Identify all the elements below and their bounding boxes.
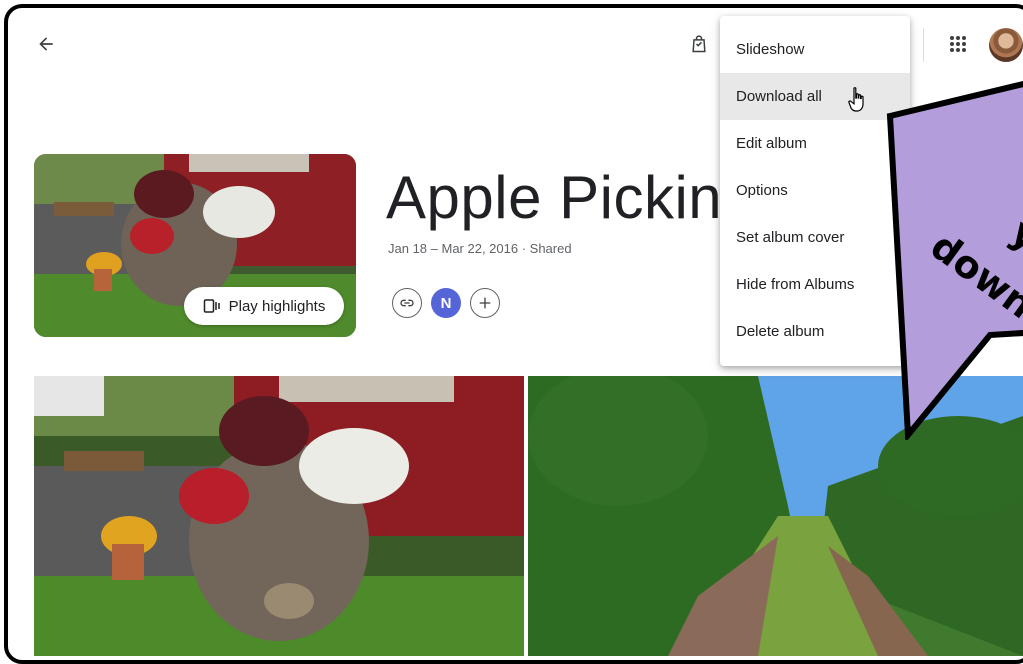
- account-avatar[interactable]: [989, 28, 1023, 62]
- menu-item-slideshow[interactable]: Slideshow: [720, 26, 910, 73]
- album-cover-photo[interactable]: Play highlights: [34, 154, 356, 337]
- add-people-button[interactable]: [470, 288, 500, 318]
- shop-button[interactable]: [684, 26, 714, 62]
- toolbar-divider: [923, 28, 924, 62]
- copy-link-button[interactable]: [392, 288, 422, 318]
- album-meta: Jan 18 – Mar 22, 2016 · Shared: [388, 241, 572, 256]
- play-highlights-button[interactable]: Play highlights: [184, 287, 344, 325]
- back-button[interactable]: [32, 30, 60, 58]
- share-row: N: [392, 288, 500, 318]
- play-highlights-label: Play highlights: [228, 297, 326, 315]
- shopping-bag-icon: [692, 35, 706, 53]
- hand-pointer-cursor-icon: [848, 87, 864, 112]
- photo-image: [34, 376, 524, 656]
- play-highlights-icon: [203, 299, 220, 313]
- callout-banner: y downl: [886, 80, 1023, 440]
- shared-user-avatar[interactable]: N: [431, 288, 461, 318]
- apps-grid-icon: [950, 36, 966, 52]
- album-title[interactable]: Apple Picking: [386, 168, 756, 228]
- plus-icon: [479, 297, 491, 309]
- link-icon: [400, 299, 414, 307]
- app-window: Play highlights Apple Picking Jan 18 – M…: [4, 4, 1023, 664]
- apps-button[interactable]: [942, 26, 974, 62]
- photo-thumbnail[interactable]: [34, 376, 524, 656]
- arrow-back-icon: [39, 37, 53, 51]
